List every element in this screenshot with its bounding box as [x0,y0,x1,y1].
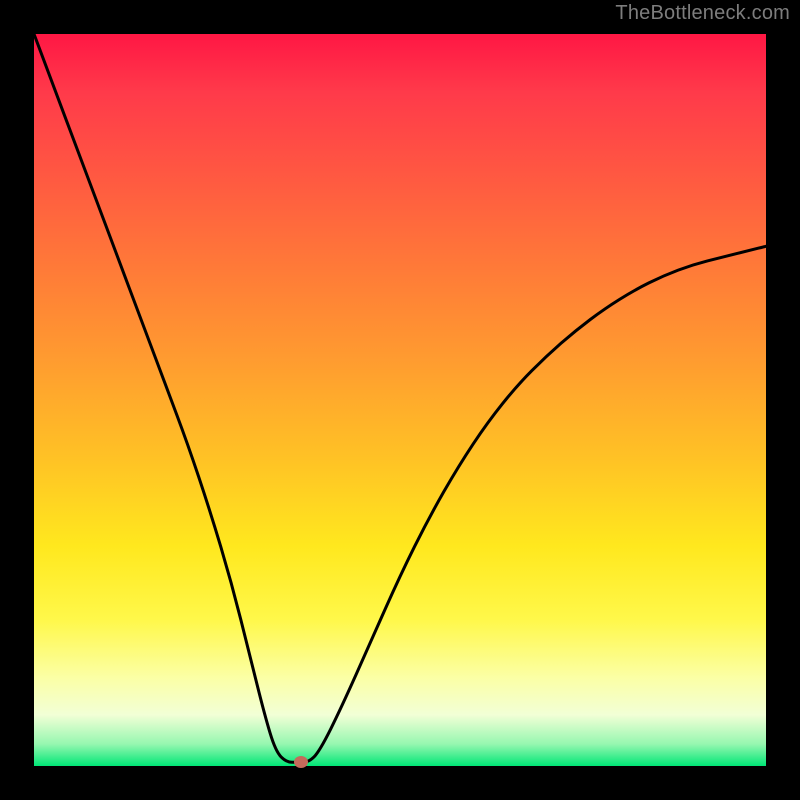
curve-svg [34,34,766,766]
chart-frame: TheBottleneck.com [0,0,800,800]
bottleneck-curve [34,34,766,762]
watermark-text: TheBottleneck.com [615,2,790,25]
min-point-marker [294,756,308,768]
plot-area [34,34,766,766]
